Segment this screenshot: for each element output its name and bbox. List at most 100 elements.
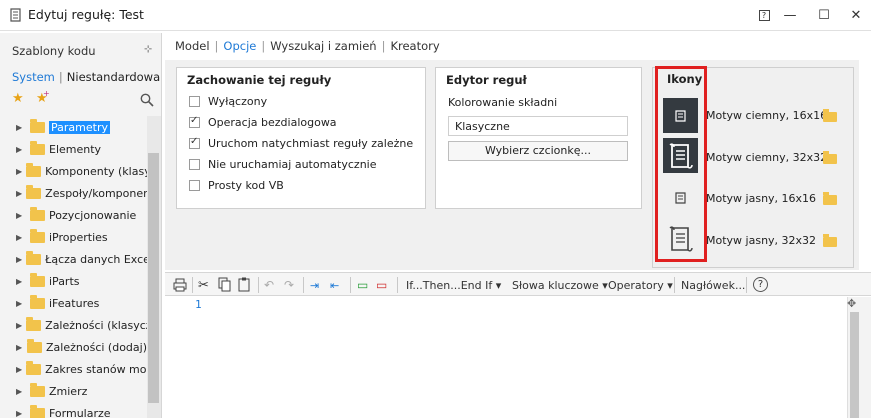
option-checkbox-row[interactable]: Nie uruchamiaj automatycznie: [189, 158, 377, 171]
theme-dark-32: Motyw ciemny, 32x32: [706, 151, 828, 164]
folder-icon: [30, 140, 45, 155]
expand-arrow-icon[interactable]: ▶: [16, 409, 26, 418]
tab-wizards[interactable]: Kreatory: [390, 39, 439, 53]
option-label: Uruchom natychmiast reguły zależne: [208, 137, 414, 150]
tree-item[interactable]: ▶ Zakres stanów mod: [0, 358, 147, 380]
tree-item[interactable]: ▶ Komponenty (klasycz: [0, 160, 147, 182]
pin-icon[interactable]: ⊹: [144, 44, 152, 55]
checkbox[interactable]: [189, 180, 200, 191]
redo-icon[interactable]: ↷: [284, 277, 294, 293]
tree-item[interactable]: ▶ Zmierz: [0, 380, 147, 402]
tree-item[interactable]: ▶ Elementy: [0, 138, 147, 160]
tree-item[interactable]: ▶ Parametry: [0, 116, 147, 138]
code-editor[interactable]: [165, 297, 847, 418]
line-number: 1: [195, 298, 202, 311]
tab-model[interactable]: Model: [175, 39, 210, 53]
outdent-icon[interactable]: ⇤: [330, 277, 339, 293]
operators-menu[interactable]: Operatory ▾: [608, 277, 673, 293]
tab-system[interactable]: System: [12, 70, 55, 84]
favorite-star-icon[interactable]: ★: [12, 91, 24, 106]
checkbox[interactable]: [189, 159, 200, 170]
tree-item-label: Łącza danych Excel: [45, 252, 147, 266]
split-icon[interactable]: ✥: [847, 297, 856, 310]
tree-scrollbar-thumb[interactable]: [148, 153, 159, 403]
checkbox[interactable]: [189, 115, 200, 128]
tree-item[interactable]: ▶ Łącza danych Excel: [0, 248, 147, 270]
tree-item-label: Zależności (dodaj): [46, 340, 147, 354]
tree-item[interactable]: ▶ Formularze: [0, 402, 147, 418]
tab-custom[interactable]: Niestandardowa: [67, 70, 160, 84]
tree-item-label: Zmierz: [49, 384, 88, 398]
rule-editor-group: Edytor reguł Kolorowanie składni Klasycz…: [435, 67, 642, 209]
folder-icon: [30, 294, 45, 309]
tree-item-label: iFeatures: [49, 296, 100, 310]
option-checkbox-row[interactable]: Prosty kod VB: [189, 179, 284, 192]
main-tabs: Model | Opcje | Wyszukaj i zamień | Kreatory: [175, 39, 440, 53]
folder-icon: [30, 404, 45, 418]
option-checkbox-row[interactable]: Operacja bezdialogowa: [189, 115, 337, 129]
close-button[interactable]: ✕: [838, 0, 871, 31]
copy-icon[interactable]: [218, 277, 232, 293]
tree-item[interactable]: ▶ iFeatures: [0, 292, 147, 314]
help-icon[interactable]: ?: [753, 277, 768, 292]
tree-item-label: Pozycjonowanie: [49, 208, 137, 222]
choose-font-button[interactable]: Wybierz czcionkę...: [448, 141, 628, 161]
checkbox[interactable]: [189, 136, 200, 149]
folder-icon: [30, 118, 45, 133]
maximize-button[interactable]: ☐: [806, 0, 842, 31]
expand-arrow-icon[interactable]: ▶: [16, 255, 22, 264]
undo-icon[interactable]: ↶: [264, 277, 274, 293]
expand-arrow-icon[interactable]: ▶: [16, 365, 22, 374]
expand-arrow-icon[interactable]: ▶: [16, 387, 26, 396]
template-tree: ▶Parametry▶Elementy▶Komponenty (klasycz▶…: [0, 116, 147, 418]
header-button[interactable]: Nagłówek...: [681, 277, 745, 293]
remove-comment-icon[interactable]: ▭: [376, 277, 387, 293]
paste-icon[interactable]: [238, 277, 252, 293]
checkbox[interactable]: [189, 96, 200, 107]
folder-open-icon[interactable]: [823, 151, 837, 164]
folder-icon: [30, 382, 45, 397]
expand-arrow-icon[interactable]: ▶: [16, 233, 26, 242]
print-icon[interactable]: [172, 277, 188, 293]
folder-open-icon[interactable]: [823, 234, 837, 247]
expand-arrow-icon[interactable]: ▶: [16, 189, 22, 198]
expand-arrow-icon[interactable]: ▶: [16, 343, 23, 352]
keywords-menu[interactable]: Słowa kluczowe ▾: [512, 277, 608, 293]
expand-arrow-icon[interactable]: ▶: [16, 277, 26, 286]
expand-arrow-icon[interactable]: ▶: [16, 299, 26, 308]
editor-toolbar: ✂ ↶ ↷ ⇥ ⇤ ▭ ▭ If...Then...End If ▾ Słowa…: [165, 272, 871, 296]
code-templates-panel: Szablony kodu ⊹ System | Niestandardowa ★ …: [0, 33, 162, 418]
expand-arrow-icon[interactable]: ▶: [16, 321, 22, 330]
indent-icon[interactable]: ⇥: [310, 277, 319, 293]
tab-options[interactable]: Opcje: [223, 39, 256, 53]
search-icon[interactable]: [140, 93, 154, 107]
tree-item[interactable]: ▶ Zależności (klasyczn: [0, 314, 147, 336]
tree-item-label: Parametry: [49, 120, 110, 134]
tree-item[interactable]: ▶ Zespoły/komponent: [0, 182, 147, 204]
tree-item[interactable]: ▶ iParts: [0, 270, 147, 292]
option-checkbox-row[interactable]: Wyłączony: [189, 95, 267, 108]
icons-highlight-box: [655, 66, 707, 262]
cut-icon[interactable]: ✂: [198, 277, 209, 293]
tree-item-label: Elementy: [49, 142, 102, 156]
folder-open-icon[interactable]: [823, 109, 837, 122]
expand-arrow-icon[interactable]: ▶: [16, 167, 22, 176]
expand-arrow-icon[interactable]: ▶: [16, 145, 26, 154]
folder-icon: [27, 338, 43, 353]
tree-item[interactable]: ▶ Zależności (dodaj): [0, 336, 147, 358]
expand-arrow-icon[interactable]: ▶: [16, 211, 26, 220]
tree-item[interactable]: ▶ iProperties: [0, 226, 147, 248]
panel-tabs: System | Niestandardowa: [12, 70, 161, 84]
option-checkbox-row[interactable]: Uruchom natychmiast reguły zależne: [189, 136, 414, 150]
editor-scrollbar-thumb[interactable]: [850, 312, 859, 418]
folder-icon: [30, 272, 45, 287]
if-then-menu[interactable]: If...Then...End If ▾: [406, 277, 501, 293]
tree-item[interactable]: ▶ Pozycjonowanie: [0, 204, 147, 226]
syntax-coloring-field[interactable]: Klasyczne: [448, 116, 628, 136]
expand-arrow-icon[interactable]: ▶: [16, 123, 26, 132]
folder-open-icon[interactable]: [823, 192, 837, 205]
tab-find-replace[interactable]: Wyszukaj i zamień: [270, 39, 376, 53]
add-favorite-star-icon[interactable]: ★ +: [36, 89, 50, 106]
add-comment-icon[interactable]: ▭: [357, 277, 368, 293]
minimize-button[interactable]: —: [772, 0, 808, 31]
